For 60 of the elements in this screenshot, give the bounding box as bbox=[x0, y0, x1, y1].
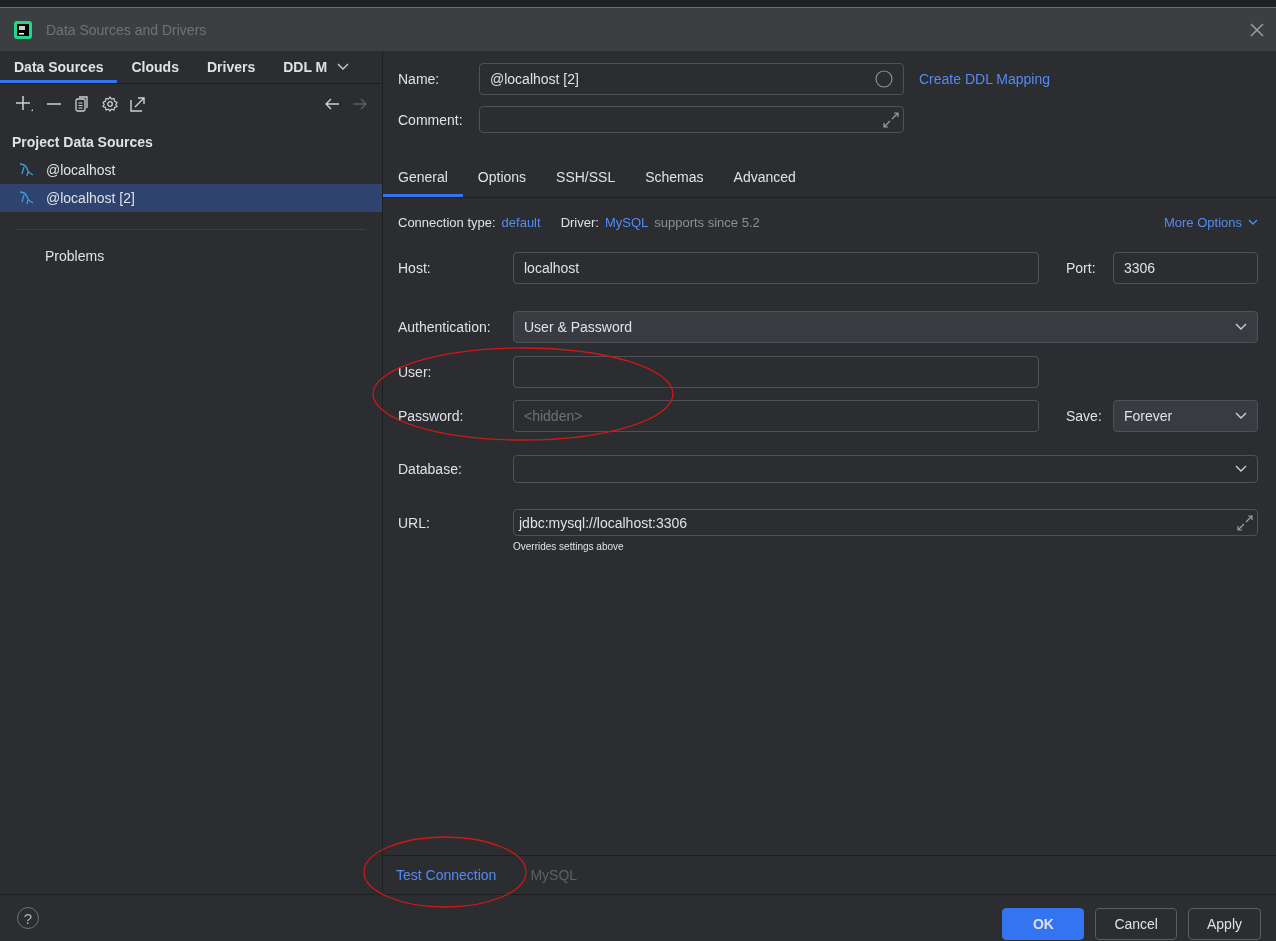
section-heading: Project Data Sources bbox=[11, 133, 154, 152]
port-label: Port: bbox=[1066, 260, 1097, 276]
connection-type-label: Connection type: bbox=[398, 215, 496, 230]
add-icon[interactable] bbox=[14, 94, 34, 114]
settings-tab[interactable]: Advanced bbox=[718, 161, 811, 197]
sidebar-tab[interactable]: DDL M bbox=[269, 51, 342, 83]
save-label: Save: bbox=[1066, 408, 1103, 424]
host-field[interactable]: localhost bbox=[513, 252, 1039, 284]
more-options-link[interactable]: More Options bbox=[1163, 215, 1258, 230]
copy-icon[interactable] bbox=[74, 96, 90, 112]
url-field[interactable]: jdbc:mysql://localhost:3306 bbox=[513, 509, 1258, 536]
user-label: User: bbox=[398, 364, 433, 380]
test-connection-link[interactable]: Test Connection bbox=[396, 867, 497, 883]
app-logo-icon bbox=[14, 20, 32, 39]
settings-tab[interactable]: Options bbox=[462, 161, 542, 197]
password-label: Password: bbox=[398, 408, 465, 424]
circle-icon bbox=[875, 70, 893, 88]
name-label: Name: bbox=[398, 71, 441, 87]
comment-label: Comment: bbox=[398, 111, 464, 128]
data-source-item[interactable]: @localhost bbox=[0, 156, 382, 184]
settings-icon[interactable] bbox=[102, 96, 118, 112]
authentication-label: Authentication: bbox=[398, 319, 492, 335]
chevron-down-icon[interactable] bbox=[337, 63, 350, 71]
name-field[interactable]: @localhost [2] bbox=[479, 63, 904, 95]
dolphin-icon bbox=[18, 162, 34, 178]
expand-icon[interactable] bbox=[883, 111, 899, 128]
host-label: Host: bbox=[398, 260, 432, 276]
dialog-button[interactable]: Apply bbox=[1187, 908, 1261, 940]
port-field[interactable]: 3306 bbox=[1113, 252, 1258, 284]
dialog-button[interactable]: Cancel bbox=[1095, 908, 1177, 940]
problems-item[interactable]: Problems bbox=[0, 248, 382, 264]
sidebar-tab[interactable]: Data Sources bbox=[0, 51, 118, 83]
expand-icon bbox=[1237, 514, 1253, 531]
settings-tab[interactable]: SSH/SSL bbox=[541, 161, 631, 197]
save-dropdown[interactable]: Forever bbox=[1113, 400, 1258, 432]
url-label: URL: bbox=[398, 514, 431, 531]
user-field[interactable] bbox=[513, 356, 1039, 388]
comment-field[interactable] bbox=[479, 106, 904, 133]
chevron-down-icon bbox=[1235, 323, 1247, 331]
database-label: Database: bbox=[398, 461, 463, 477]
driver-label: Driver: bbox=[560, 215, 599, 230]
sidebar-tab[interactable]: Clouds bbox=[117, 51, 193, 83]
url-hint: Overrides settings above bbox=[513, 541, 625, 552]
authentication-dropdown[interactable]: User & Password bbox=[513, 311, 1258, 343]
chevron-down-icon bbox=[1235, 465, 1247, 473]
driver-link[interactable]: MySQL bbox=[604, 215, 649, 230]
password-field[interactable]: <hidden> bbox=[513, 400, 1039, 432]
driver-note: supports since 5.2 bbox=[654, 215, 760, 230]
close-icon[interactable] bbox=[1250, 22, 1264, 37]
settings-tab[interactable]: General bbox=[383, 161, 463, 197]
back-arrow-icon[interactable] bbox=[324, 97, 340, 111]
export-icon[interactable] bbox=[130, 96, 146, 112]
sidebar-tab[interactable]: Drivers bbox=[192, 51, 270, 83]
chevron-down-icon bbox=[1235, 412, 1247, 420]
chevron-down-icon bbox=[1248, 219, 1258, 226]
data-source-item[interactable]: @localhost [2] bbox=[0, 184, 382, 212]
connection-type-link[interactable]: default bbox=[501, 215, 541, 230]
dolphin-icon bbox=[18, 190, 34, 206]
settings-tab[interactable]: Schemas bbox=[630, 161, 719, 197]
create-ddl-link[interactable]: Create DDL Mapping bbox=[919, 71, 1050, 87]
